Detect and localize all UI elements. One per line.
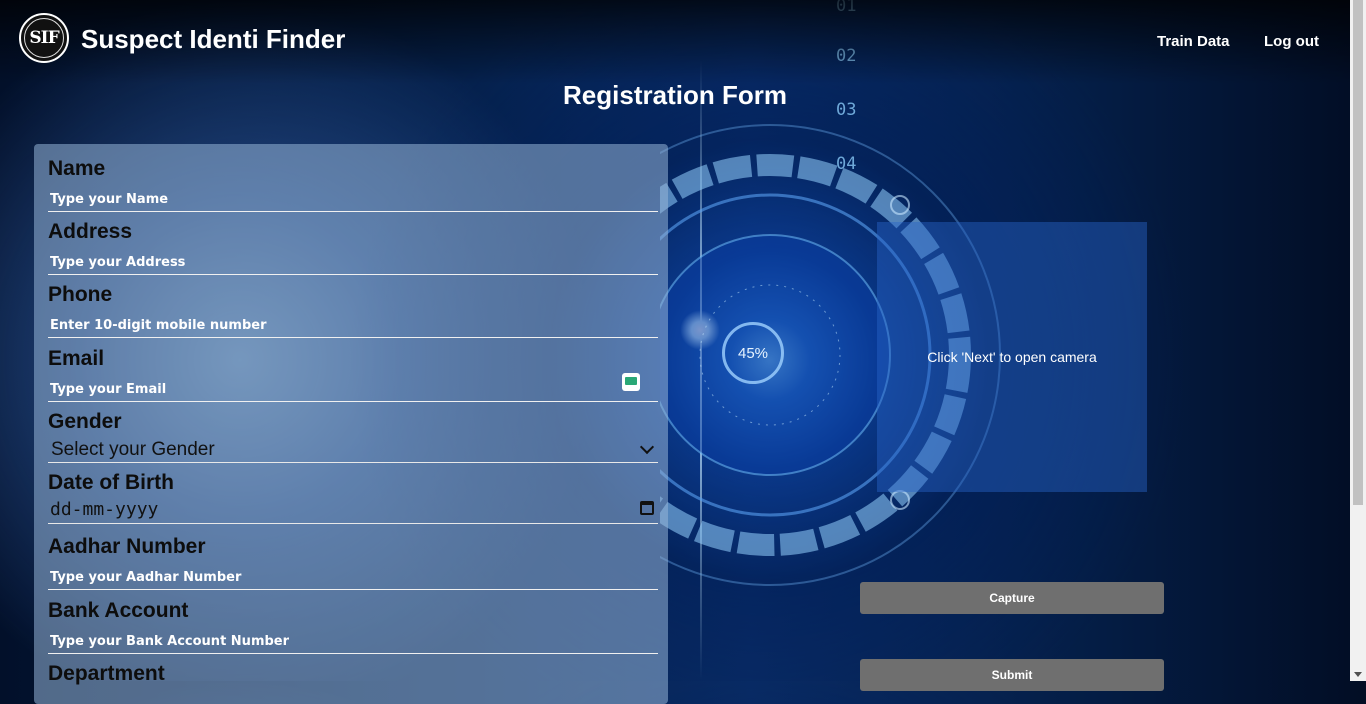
name-input[interactable]: Type your Name	[48, 187, 658, 212]
brand-title: Suspect Identi Finder	[81, 24, 346, 54]
phone-label: Phone	[48, 283, 113, 306]
page-title: Registration Form	[563, 80, 787, 110]
department-field: Department	[48, 662, 658, 686]
camera-preview-area: Click 'Next' to open camera	[877, 222, 1147, 492]
email-placeholder: Type your Email	[50, 382, 167, 397]
email-autofill-icon[interactable]	[622, 373, 640, 391]
scroll-down-arrow-icon[interactable]	[1354, 672, 1362, 677]
progress-ring-value: 45%	[737, 344, 769, 362]
phone-input[interactable]: Enter 10-digit mobile number	[48, 313, 658, 338]
decorative-scan-line	[700, 60, 702, 680]
decorative-digit: 04	[836, 154, 857, 174]
decorative-light-glow	[680, 310, 720, 350]
dob-label: Date of Birth	[48, 471, 174, 494]
department-label: Department	[48, 662, 165, 685]
gender-selected-value: Select your Gender	[51, 439, 215, 460]
capture-button[interactable]: Capture	[860, 582, 1164, 614]
aadhar-label: Aadhar Number	[48, 535, 206, 558]
phone-placeholder: Enter 10-digit mobile number	[50, 318, 267, 333]
aadhar-field: Aadhar Number Type your Aadhar Number	[48, 535, 658, 590]
address-label: Address	[48, 220, 133, 243]
email-input[interactable]: Type your Email	[48, 373, 658, 402]
bank-field: Bank Account Type your Bank Account Numb…	[48, 599, 658, 654]
bank-label: Bank Account	[48, 599, 189, 622]
scrollbar-thumb[interactable]	[1353, 0, 1363, 505]
chevron-down-icon	[639, 439, 655, 455]
logo-text: SIF	[24, 18, 64, 58]
gender-field: Gender Select your Gender	[48, 410, 658, 463]
vertical-scrollbar[interactable]	[1350, 0, 1366, 681]
nav-logout-link[interactable]: Log out	[1264, 33, 1319, 50]
gender-select[interactable]: Select your Gender	[48, 436, 658, 463]
address-field: Address Type your Address	[48, 220, 658, 275]
progress-ring: 45%	[722, 322, 784, 384]
dob-field: Date of Birth dd-mm-yyyy	[48, 471, 658, 524]
name-field: Name Type your Name	[48, 157, 658, 212]
address-placeholder: Type your Address	[50, 255, 186, 270]
email-label: Email	[48, 347, 105, 370]
aadhar-placeholder: Type your Aadhar Number	[50, 570, 242, 585]
email-field: Email Type your Email	[48, 347, 658, 402]
name-label: Name	[48, 157, 106, 180]
dob-placeholder: dd-mm-yyyy	[50, 499, 159, 520]
address-input[interactable]: Type your Address	[48, 250, 658, 275]
phone-field: Phone Enter 10-digit mobile number	[48, 283, 658, 338]
gender-label: Gender	[48, 410, 122, 433]
bank-input[interactable]: Type your Bank Account Number	[48, 629, 658, 654]
camera-message: Click 'Next' to open camera	[927, 349, 1097, 365]
top-navigation-bar: SIF Suspect Identi Finder Train Data Log…	[0, 0, 1350, 84]
bank-placeholder: Type your Bank Account Number	[50, 634, 290, 649]
nav-train-data-link[interactable]: Train Data	[1157, 33, 1230, 50]
dob-date-input[interactable]: dd-mm-yyyy	[48, 497, 658, 524]
submit-button[interactable]: Submit	[860, 659, 1164, 691]
calendar-icon[interactable]	[640, 501, 654, 515]
name-placeholder: Type your Name	[50, 192, 169, 207]
registration-form-panel: Name Type your Name Address Type your Ad…	[34, 144, 668, 704]
logo: SIF	[19, 13, 69, 63]
aadhar-input[interactable]: Type your Aadhar Number	[48, 565, 658, 590]
